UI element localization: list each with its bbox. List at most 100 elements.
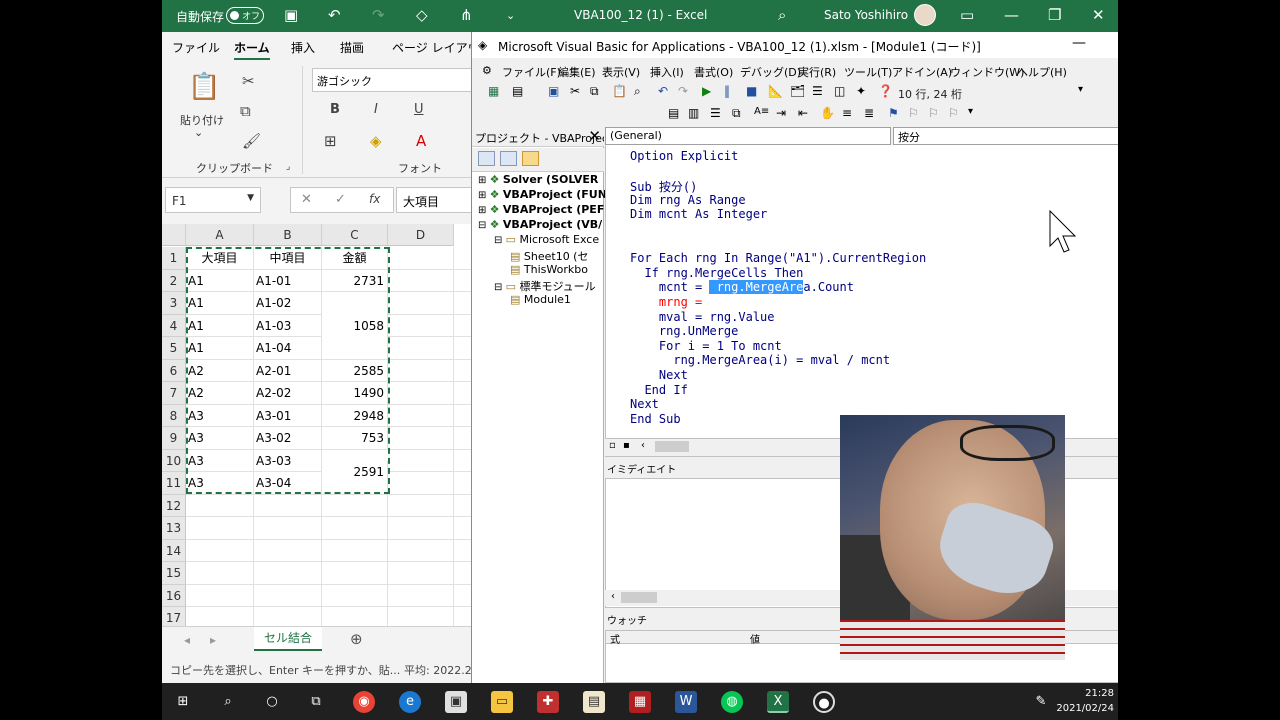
avatar[interactable] (914, 4, 936, 26)
tree-expander-icon[interactable]: ⊟ (494, 235, 506, 246)
table-cell[interactable]: A2 (186, 359, 254, 382)
table-cell[interactable]: A1-03 (254, 314, 322, 337)
vbe-menu-item[interactable]: デバッグ(D) (740, 64, 801, 80)
table-cell[interactable]: A1-01 (254, 269, 322, 292)
table-cell[interactable]: A3 (186, 472, 254, 495)
redo-icon[interactable]: ↷ (372, 6, 385, 24)
notepad-icon[interactable]: ▤ (583, 691, 605, 713)
table-cell[interactable] (186, 584, 254, 607)
vbe-cut-icon[interactable]: ✂ (570, 84, 580, 98)
table-cell[interactable] (454, 495, 472, 517)
table-cell[interactable] (454, 450, 472, 472)
next-bookmark-icon[interactable]: ⚐ (908, 106, 919, 120)
toolbar2-overflow-icon[interactable]: ▾ (968, 106, 973, 117)
row-header[interactable]: 3 (162, 292, 186, 315)
table-cell[interactable]: A3 (186, 404, 254, 427)
table-cell[interactable]: A3-04 (254, 472, 322, 495)
cancel-icon[interactable]: ✕ (301, 192, 312, 207)
vbe-menu-item[interactable]: 書式(O) (694, 64, 733, 80)
word-icon[interactable]: W (675, 691, 697, 713)
table-cell[interactable] (454, 315, 472, 337)
vbe-minimize-icon[interactable]: — (1072, 35, 1086, 51)
previous-bookmark-icon[interactable]: ⚐ (928, 106, 939, 120)
pdf-icon[interactable]: ▦ (629, 691, 651, 713)
table-cell[interactable] (454, 292, 472, 315)
table-cell[interactable]: A1-02 (254, 292, 322, 315)
table-cell[interactable]: A3-02 (254, 427, 322, 450)
clipboard-launcher-icon[interactable]: ⌟ (286, 162, 290, 172)
paste-dropdown-icon[interactable]: ⌄ (194, 126, 203, 139)
tab-home[interactable]: ホーム (234, 39, 270, 60)
table-cell[interactable]: 2585 (322, 359, 388, 382)
project-tree-item[interactable]: ▤ Module1 (510, 293, 571, 306)
view-excel-icon[interactable]: ▦ (488, 84, 499, 98)
row-header[interactable]: 5 (162, 337, 186, 360)
table-cell[interactable]: A2 (186, 382, 254, 405)
vbe-menu-item[interactable]: 挿入(I) (650, 64, 684, 80)
code-line[interactable]: rng.UnMerge (630, 324, 738, 338)
app-icon[interactable]: ✚ (537, 691, 559, 713)
table-cell[interactable] (186, 562, 254, 585)
design-mode-icon[interactable]: 📐 (768, 84, 783, 98)
table-cell[interactable] (454, 382, 472, 405)
code-line[interactable]: End Sub (630, 412, 681, 426)
font-color-icon[interactable]: A (416, 132, 426, 150)
row-header[interactable]: 17 (162, 607, 186, 626)
table-cell[interactable] (388, 517, 454, 540)
code-line[interactable]: mrng = (630, 295, 709, 309)
project-tree-item[interactable]: ⊞ ❖ VBAProject (FUN (478, 188, 607, 201)
column-header[interactable]: B (254, 224, 322, 246)
list-properties-icon[interactable]: ▤ (668, 106, 679, 120)
project-tree-item[interactable]: ▤ Sheet10 (セ (510, 248, 588, 264)
tree-expander-icon[interactable]: ⊞ (478, 190, 490, 201)
vbe-menu-item[interactable]: ファイル(F) (502, 64, 561, 80)
bold-button[interactable]: B (330, 102, 340, 117)
vbe-menu-item[interactable]: ヘルプ(H) (1017, 64, 1067, 80)
worksheet-grid[interactable]: A B C D 1 大項目 中項目 金額 2 A1 A1-01 2731 3 A1 A1-02 4 A1 A1-0… (162, 224, 472, 626)
fill-color-icon[interactable]: ◈ (370, 132, 382, 150)
close-icon[interactable]: ✕ (588, 127, 601, 145)
vbe-menu-item[interactable]: アドイン(A) (892, 64, 952, 80)
watch-col-value[interactable]: 値 (750, 631, 760, 646)
table-cell[interactable] (454, 472, 472, 495)
table-cell[interactable] (454, 540, 472, 562)
row-header[interactable]: 15 (162, 562, 186, 585)
tree-expander-icon[interactable]: ⊟ (494, 282, 506, 293)
table-cell[interactable] (254, 517, 322, 540)
column-header[interactable]: A (186, 224, 254, 246)
table-cell[interactable] (322, 584, 388, 607)
code-line[interactable]: Next (630, 368, 688, 382)
row-header[interactable]: 16 (162, 584, 186, 607)
customize-qat-icon[interactable]: ⌄ (506, 9, 515, 22)
autosave-toggle[interactable]: オフ (226, 7, 264, 24)
table-cell[interactable] (254, 494, 322, 517)
column-header[interactable]: C (322, 224, 388, 246)
cortana-icon[interactable]: ○ (261, 691, 283, 713)
table-cell[interactable]: 1490 (322, 382, 388, 405)
next-sheet-icon[interactable]: ▸ (210, 633, 216, 647)
table-cell[interactable] (388, 607, 454, 626)
table-cell[interactable] (388, 472, 454, 495)
code-line[interactable]: mcnt = rng.MergeArea.Count (630, 280, 854, 295)
scroll-left-icon[interactable]: ‹ (611, 591, 615, 602)
code-line[interactable]: Dim mcnt As Integer (630, 207, 767, 221)
tab-insert[interactable]: 挿入 (291, 39, 315, 56)
quick-info-icon[interactable]: ☰ (710, 106, 721, 120)
table-cell[interactable] (388, 292, 454, 315)
complete-word-icon[interactable]: A≡ (754, 106, 769, 117)
table-cell[interactable] (388, 539, 454, 562)
full-module-view-icon[interactable]: ▪ (623, 440, 630, 451)
italic-button[interactable]: I (374, 102, 378, 117)
help-icon[interactable]: ❓ (878, 84, 893, 98)
toggle-folders-icon[interactable] (522, 151, 539, 166)
store-icon[interactable]: ▣ (445, 691, 467, 713)
table-cell[interactable] (322, 517, 388, 540)
comment-block-icon[interactable]: ≡ (842, 106, 852, 120)
tree-expander-icon[interactable]: ⊟ (478, 220, 490, 231)
code-line[interactable]: For Each rng In Range("A1").CurrentRegio… (630, 251, 926, 265)
table-cell[interactable] (454, 247, 472, 270)
table-cell[interactable]: 753 (322, 427, 388, 450)
uncomment-block-icon[interactable]: ≣ (864, 106, 874, 120)
tab-file[interactable]: ファイル (172, 39, 220, 56)
start-icon[interactable]: ⊞ (172, 691, 194, 713)
